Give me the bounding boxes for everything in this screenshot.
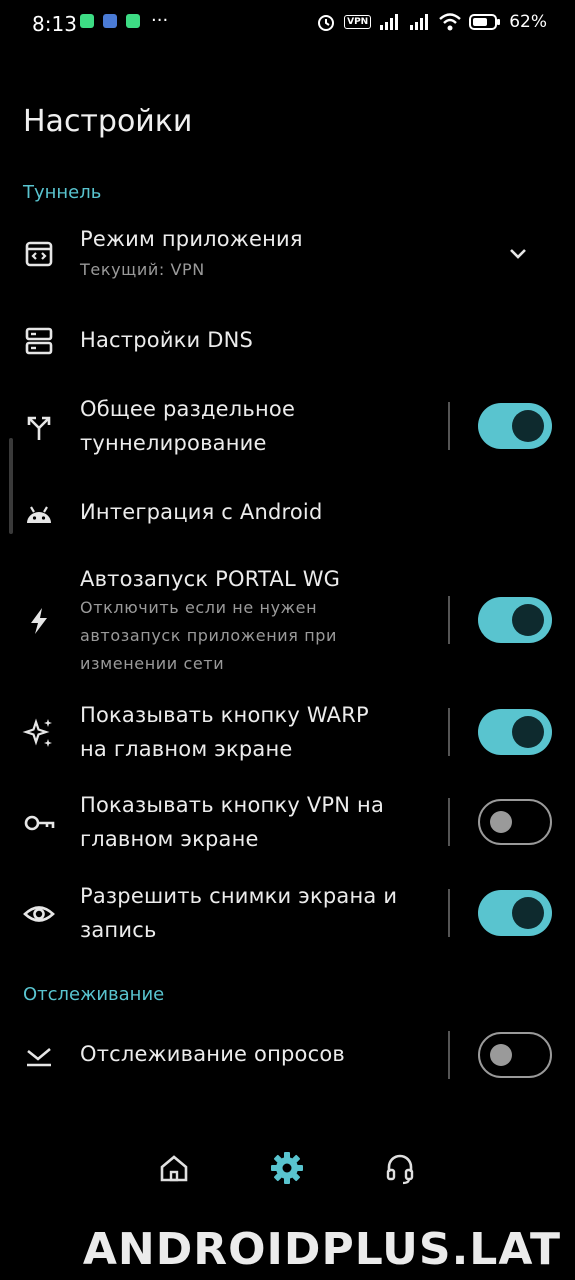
autostart-subtitle-line3: изменении сети (80, 654, 225, 673)
split-tunnel-toggle[interactable] (478, 403, 552, 449)
show-warp-row[interactable]: Показывать кнопку WARP на главном экране (0, 698, 575, 768)
settings-screen: 8:13 ··· VPN 62% Настройки Туннель Режим… (0, 0, 575, 1280)
support-icon[interactable] (380, 1148, 420, 1188)
autostart-title: Автозапуск PORTAL WG (80, 567, 341, 591)
server-icon (22, 324, 56, 358)
app-window-icon (22, 237, 56, 271)
toggle-knob (512, 604, 544, 636)
app-notification-icon (103, 14, 117, 28)
status-bar: 8:13 ··· VPN 62% (0, 0, 575, 48)
ping-monitoring-toggle[interactable] (478, 1032, 552, 1078)
app-notification-icon (126, 14, 140, 28)
divider (448, 798, 450, 846)
screenshots-title-line2: запись (80, 918, 157, 942)
autostart-row[interactable]: Автозапуск PORTAL WG Отключить если не н… (0, 562, 575, 680)
screenshots-row[interactable]: Разрешить снимки экрана и запись (0, 879, 575, 949)
show-vpn-title-line2: главном экране (80, 827, 259, 851)
autostart-subtitle-line1: Отключить если не нужен (80, 598, 318, 617)
settings-icon[interactable] (267, 1148, 307, 1188)
more-notifications-icon: ··· (151, 10, 169, 31)
split-arrows-icon (22, 410, 56, 444)
battery-percent: 62% (509, 12, 547, 32)
notification-icons: ··· (80, 10, 169, 31)
toggle-knob (512, 897, 544, 929)
divider (448, 1031, 450, 1079)
split-tunnel-title-line2: туннелирование (80, 431, 267, 455)
wifi-icon (439, 13, 462, 31)
divider (448, 402, 450, 450)
home-icon[interactable] (154, 1148, 194, 1188)
android-integration-title: Интеграция с Android (80, 500, 323, 524)
signal-icon (380, 14, 399, 30)
split-tunnel-title-line1: Общее раздельное (80, 397, 296, 421)
vpn-badge: VPN (344, 15, 372, 29)
scroll-indicator[interactable] (9, 438, 13, 534)
app-mode-row[interactable]: Режим приложения Текущий: VPN (0, 222, 575, 292)
status-time: 8:13 (32, 12, 77, 36)
toggle-knob (512, 716, 544, 748)
android-icon (22, 496, 56, 530)
watermark: ANDROIDPLUS.LAT (82, 1224, 561, 1275)
screenshots-title-line1: Разрешить снимки экрана и (80, 884, 398, 908)
toggle-knob (490, 811, 512, 833)
ping-monitoring-title: Отслеживание опросов (80, 1042, 345, 1066)
section-header-tunnel: Туннель (23, 182, 102, 203)
app-mode-title: Режим приложения (80, 227, 303, 251)
signal-icon (410, 14, 429, 30)
autostart-subtitle-line2: автозапуск приложения при (80, 626, 338, 645)
android-integration-row[interactable]: Интеграция с Android (0, 495, 575, 535)
page-title: Настройки (23, 104, 193, 139)
dns-settings-row[interactable]: Настройки DNS (0, 322, 575, 362)
battery-icon (469, 14, 501, 30)
divider (448, 889, 450, 937)
split-tunnel-row[interactable]: Общее раздельное туннелирование (0, 392, 575, 462)
divider (448, 596, 450, 644)
toggle-knob (512, 410, 544, 442)
eye-icon (22, 897, 56, 931)
system-icons: VPN 62% (316, 12, 547, 32)
whatsapp-icon (80, 14, 94, 28)
toggle-knob (490, 1044, 512, 1066)
show-vpn-row[interactable]: Показывать кнопку VPN на главном экране (0, 788, 575, 858)
show-warp-toggle[interactable] (478, 709, 552, 755)
sparkles-icon (22, 716, 56, 750)
chevron-down-icon[interactable] (506, 241, 530, 265)
section-header-monitoring: Отслеживание (23, 984, 165, 1005)
show-warp-title-line1: Показывать кнопку WARP (80, 703, 369, 727)
show-vpn-toggle[interactable] (478, 799, 552, 845)
autostart-toggle[interactable] (478, 597, 552, 643)
ping-monitoring-row[interactable]: Отслеживание опросов (0, 1030, 575, 1080)
bottom-navigation (0, 1130, 575, 1210)
show-vpn-title-line1: Показывать кнопку VPN на (80, 793, 385, 817)
show-warp-title-line2: на главном экране (80, 737, 293, 761)
screenshots-toggle[interactable] (478, 890, 552, 936)
alarm-icon (318, 15, 335, 31)
key-icon (22, 806, 56, 840)
bolt-icon (22, 604, 56, 638)
dns-settings-title: Настройки DNS (80, 328, 254, 352)
app-mode-subtitle: Текущий: VPN (80, 260, 205, 279)
divider (448, 708, 450, 756)
monitor-check-icon (22, 1038, 56, 1072)
